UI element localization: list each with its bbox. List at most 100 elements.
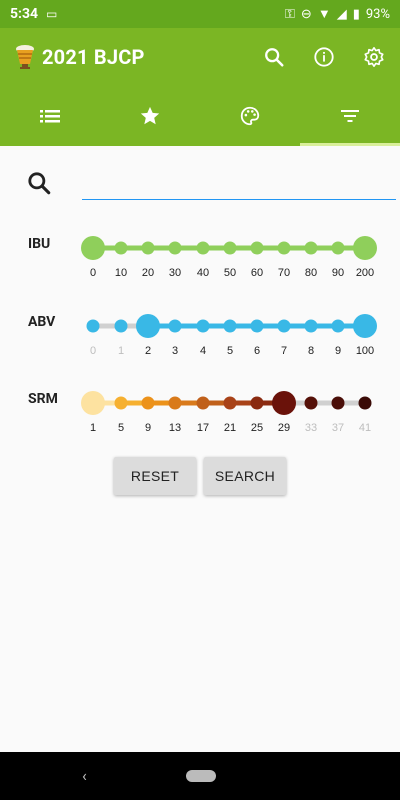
srm-tick-label: 9 — [145, 422, 151, 434]
tab-filter[interactable] — [300, 86, 400, 146]
ibu-tick-dot — [331, 241, 345, 255]
status-time: 5:34 — [10, 6, 39, 22]
srm-range-slider[interactable]: 1 5 9 13 17 21 25 29 33 37 41 — [0, 389, 400, 437]
abv-tick-label: 5 — [227, 345, 233, 357]
ibu-tick-label: 10 — [115, 267, 127, 279]
srm-tick-dot — [114, 396, 128, 410]
ibu-tick-dot — [304, 241, 318, 255]
srm-thumb — [272, 391, 296, 415]
ibu-range-slider[interactable]: 0 10 20 30 40 50 60 70 80 90 200 — [0, 234, 400, 282]
back-icon[interactable]: ‹ — [82, 766, 87, 785]
ibu-tick-label: 80 — [305, 267, 317, 279]
srm-tick-label: 5 — [118, 422, 124, 434]
ibu-tick-dot — [114, 241, 128, 255]
battery-icon: ▮ — [352, 6, 360, 22]
srm-tick-dot — [141, 396, 155, 410]
ibu-tick-dot — [141, 241, 155, 255]
ibu-tick-dot — [168, 241, 182, 255]
ibu-tick-label: 50 — [224, 267, 236, 279]
srm-tick-dot — [331, 396, 345, 410]
star-icon — [140, 106, 160, 125]
beer-logo-icon — [14, 44, 36, 70]
dnd-icon: ⊖ — [300, 6, 312, 22]
ibu-tick-label: 40 — [197, 267, 209, 279]
abv-tick-dot — [168, 319, 182, 333]
abv-tick-label: 1 — [118, 345, 124, 357]
srm-tick-label: 21 — [224, 422, 236, 434]
ibu-thumb — [81, 236, 105, 260]
srm-tick-label: 25 — [251, 422, 263, 434]
signal-icon: ◢ — [336, 6, 347, 22]
abv-thumb — [353, 314, 377, 338]
list-icon — [40, 110, 60, 123]
status-icons: ⚿ ⊖ ▼ ◢ ▮ 93% — [285, 6, 390, 23]
tab-bar — [0, 86, 400, 146]
srm-tick-label: 29 — [278, 422, 290, 434]
abv-tick-label: 0 — [90, 345, 96, 357]
filter-icon — [341, 110, 359, 122]
search-icon — [28, 172, 51, 195]
settings-icon[interactable] — [362, 45, 386, 69]
abv-tick-label: 8 — [308, 345, 314, 357]
palette-icon — [240, 106, 260, 126]
abv-tick-dot — [196, 319, 210, 333]
notification-icon: ▭ — [46, 7, 58, 21]
ibu-tick-label: 0 — [90, 267, 96, 279]
srm-tick-dot — [304, 396, 318, 410]
abv-tick-label: 2 — [145, 345, 151, 357]
home-icon[interactable] — [186, 770, 216, 782]
key-icon: ⚿ — [285, 6, 295, 22]
abv-tick-dot — [277, 319, 291, 333]
srm-thumb — [81, 391, 105, 415]
srm-tick-label: 41 — [359, 422, 371, 434]
abv-tick-dot — [114, 319, 128, 333]
abv-tick-dot — [304, 319, 318, 333]
srm-tick-dot — [358, 396, 372, 410]
ibu-tick-label: 20 — [142, 267, 154, 279]
abv-tick-label: 7 — [281, 345, 287, 357]
ibu-tick-dot — [250, 241, 264, 255]
ibu-thumb — [353, 236, 377, 260]
filter-panel: IBU 0 10 20 30 40 50 60 70 80 90 200 ABV 012345678… — [0, 146, 400, 752]
search-input[interactable] — [82, 172, 396, 200]
tab-favorites[interactable] — [100, 86, 200, 146]
app-screen: 5:34 ▭ ⚿ ⊖ ▼ ◢ ▮ 93% 2021 BJCP IBU 0 10 … — [0, 0, 400, 800]
srm-tick-label: 37 — [332, 422, 344, 434]
reset-button[interactable]: RESET — [114, 457, 196, 495]
search-row — [0, 166, 400, 206]
app-bar: 2021 BJCP — [0, 28, 400, 86]
ibu-tick-dot — [223, 241, 237, 255]
system-nav-bar: ‹ — [0, 752, 400, 800]
abv-tick-label: 100 — [356, 345, 374, 357]
abv-tick-dot — [250, 319, 264, 333]
search-icon[interactable] — [262, 45, 286, 69]
abv-tick-dot — [331, 319, 345, 333]
info-icon[interactable] — [312, 45, 336, 69]
battery-percent: 93% — [365, 6, 390, 22]
srm-tick-label: 33 — [305, 422, 317, 434]
tab-list[interactable] — [0, 86, 100, 146]
search-button[interactable]: SEARCH — [204, 457, 286, 495]
app-title: 2021 BJCP — [42, 45, 145, 69]
ibu-tick-label: 60 — [251, 267, 263, 279]
srm-tick-dot — [250, 396, 264, 410]
app-actions — [262, 45, 386, 69]
abv-tick-label: 3 — [172, 345, 178, 357]
abv-tick-label: 9 — [335, 345, 341, 357]
ibu-tick-dot — [277, 241, 291, 255]
srm-tick-dot — [196, 396, 210, 410]
ibu-tick-label: 30 — [169, 267, 181, 279]
ibu-tick-label: 70 — [278, 267, 290, 279]
ibu-tick-label: 90 — [332, 267, 344, 279]
srm-tick-label: 1 — [90, 422, 96, 434]
tab-colors[interactable] — [200, 86, 300, 146]
ibu-tick-label: 200 — [356, 267, 374, 279]
srm-tick-dot — [168, 396, 182, 410]
ibu-tick-dot — [196, 241, 210, 255]
abv-tick-dot — [223, 319, 237, 333]
srm-tick-dot — [223, 396, 237, 410]
srm-tick-label: 13 — [169, 422, 181, 434]
abv-range-slider[interactable]: 0 1 2 3 4 5 6 7 8 9 100 — [0, 312, 400, 360]
wifi-icon: ▼ — [317, 7, 331, 22]
srm-tick-label: 17 — [197, 422, 209, 434]
